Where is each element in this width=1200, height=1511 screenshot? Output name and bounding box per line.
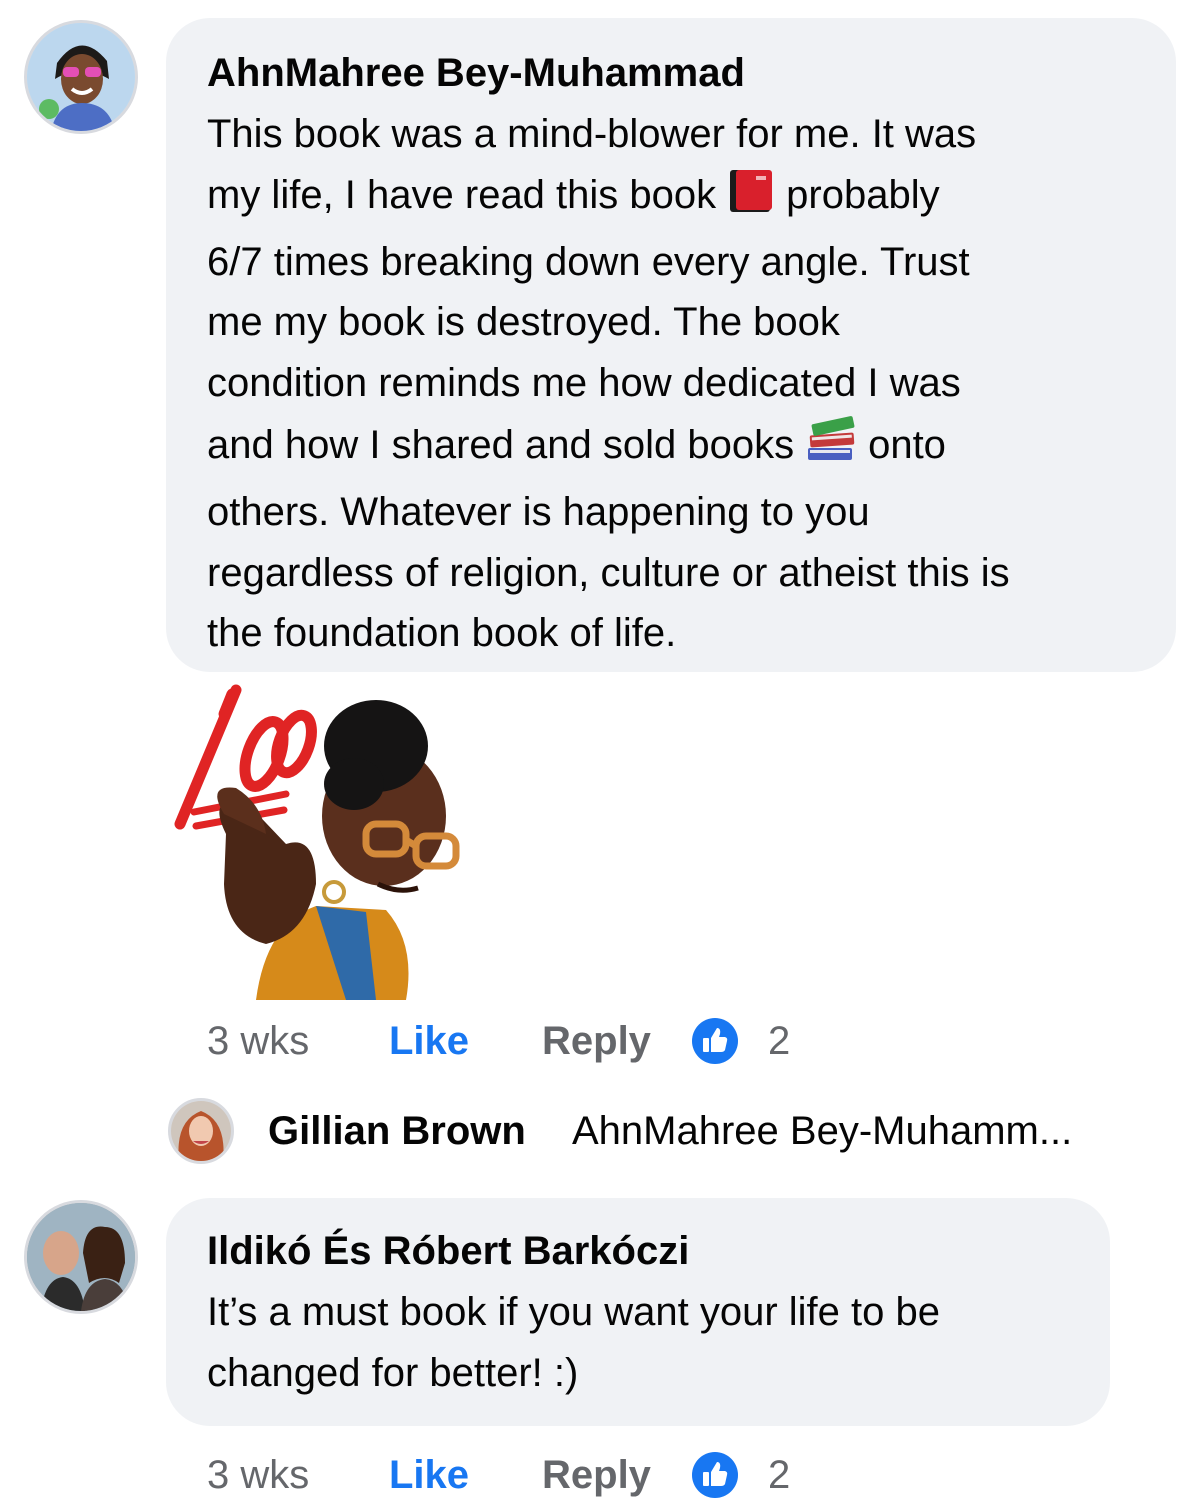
reaction-count[interactable]: 2: [768, 1450, 790, 1500]
reaction-count[interactable]: 2: [768, 1016, 790, 1066]
closed-book-emoji: [726, 168, 776, 232]
commenter-avatar[interactable]: [24, 1200, 138, 1314]
hundred-points-avatar-sticker: [166, 684, 476, 1000]
comment-line: me my book is destroyed. The book: [207, 300, 840, 345]
reply-preview-text: AhnMahree Bey-Muhamm...: [572, 1109, 1073, 1153]
comment-actions: 3 wks Like Reply 2: [207, 1016, 907, 1066]
like-reaction-icon[interactable]: [691, 1017, 739, 1077]
comment-line: changed for better! :): [207, 1350, 579, 1395]
comment-bubble: Ildikó És Róbert Barkóczi It’s a must bo…: [166, 1198, 1110, 1426]
comment-line: the foundation book of life.: [207, 611, 677, 656]
comment-line: my life, I have read this book probably: [207, 165, 1157, 232]
comment-line: and how I shared and sold books onto: [207, 414, 1157, 482]
reply-button[interactable]: Reply: [542, 1016, 651, 1066]
books-emoji: [804, 414, 858, 482]
comment-actions: 3 wks Like Reply 2: [207, 1450, 907, 1500]
like-reaction-icon[interactable]: [691, 1451, 739, 1511]
comment-body: This book was a mind-blower for me. It w…: [207, 104, 1157, 664]
reply-author-avatar: [168, 1098, 234, 1164]
comment-author[interactable]: Ildikó És Róbert Barkóczi: [207, 1226, 689, 1276]
comment-line: regardless of religion, culture or athei…: [207, 550, 1010, 595]
comment-timestamp: 3 wks: [207, 1453, 310, 1497]
comment-author[interactable]: AhnMahree Bey-Muhammad: [207, 48, 745, 98]
comment-body: It’s a must book if you want your life t…: [207, 1282, 1097, 1404]
comment-line: This book was a mind-blower for me. It w…: [207, 112, 977, 156]
comment-line: 6/7 times breaking down every angle. Tru…: [207, 239, 970, 284]
person-photo-icon: [171, 1101, 231, 1161]
person-photo-icon: [27, 23, 135, 131]
like-button[interactable]: Like: [389, 1450, 469, 1500]
comment-line: It’s a must book if you want your life t…: [207, 1290, 940, 1334]
comment-timestamp: 3 wks: [207, 1019, 310, 1063]
like-button[interactable]: Like: [389, 1016, 469, 1066]
reply-preview-row[interactable]: Gillian Brown AhnMahree Bey-Muhamm...: [168, 1098, 1158, 1164]
reply-button[interactable]: Reply: [542, 1450, 651, 1500]
reply-author-name[interactable]: Gillian Brown: [268, 1106, 526, 1156]
comment-bubble: AhnMahree Bey-Muhammad This book was a m…: [166, 18, 1176, 672]
person-photo-icon: [27, 1203, 135, 1311]
comment-line: condition reminds me how dedicated I was: [207, 361, 961, 406]
comment-line: others. Whatever is happening to you: [207, 489, 870, 534]
commenter-avatar[interactable]: [24, 20, 138, 134]
